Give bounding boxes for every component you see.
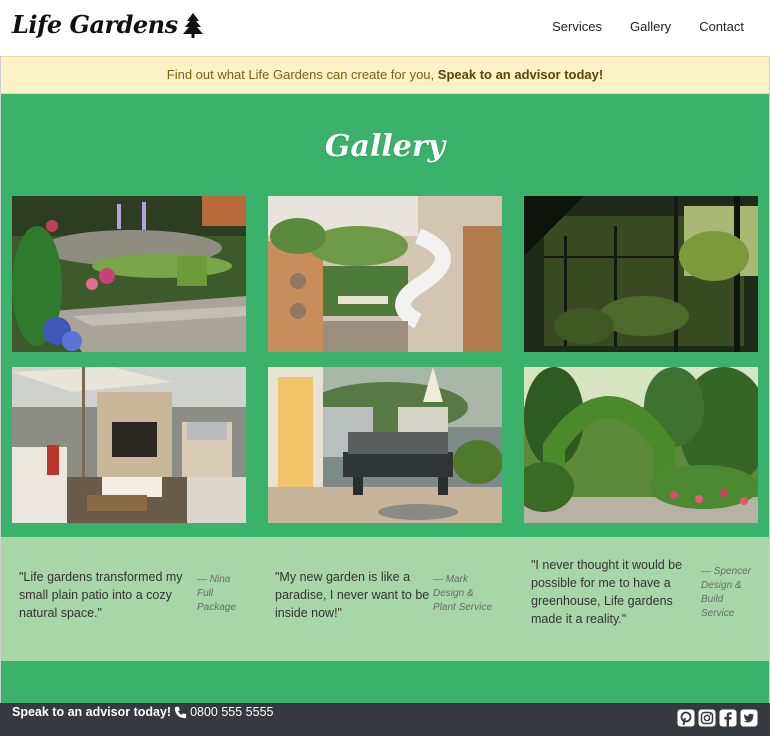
site-footer: Speak to an advisor today! 0800 555 5555 xyxy=(0,703,770,736)
footer-contact: Speak to an advisor today! 0800 555 5555 xyxy=(12,705,274,719)
gallery-title: Gallery xyxy=(324,129,446,164)
logo[interactable]: Life Gardens xyxy=(12,10,204,39)
author-package: Design & xyxy=(433,588,474,599)
gallery-image-rooftop[interactable] xyxy=(268,196,502,352)
author-package: Package xyxy=(197,602,236,613)
tree-icon xyxy=(182,12,203,38)
gallery-photo xyxy=(12,196,246,352)
logo-text: Life Gardens xyxy=(12,10,178,39)
social-links xyxy=(677,709,758,727)
gallery-photo xyxy=(524,367,758,523)
gallery-photo xyxy=(524,196,758,352)
footer-phone[interactable]: 0800 555 5555 xyxy=(190,705,273,719)
gallery-photo xyxy=(268,196,502,352)
facebook-icon[interactable] xyxy=(719,709,737,727)
twitter-icon[interactable] xyxy=(740,709,758,727)
banner-cta-link[interactable]: Speak to an advisor today! xyxy=(438,67,603,82)
testimonial-author-spencer: — Spencer Design & Build Service xyxy=(701,565,761,621)
site-header: Life Gardens Services Gallery Contact xyxy=(0,0,770,56)
author-package: Plant Service xyxy=(433,602,492,613)
phone-icon xyxy=(174,706,187,718)
advisor-banner: Find out what Life Gardens can create fo… xyxy=(1,56,769,94)
author-name: — Mark xyxy=(433,574,468,585)
nav-contact[interactable]: Contact xyxy=(699,19,744,34)
footer-cta: Speak to an advisor today! xyxy=(12,705,172,719)
gallery-image-stone-garden[interactable] xyxy=(12,196,246,352)
author-package: Build xyxy=(701,594,724,605)
gallery-image-patio-fireplace[interactable] xyxy=(12,367,246,523)
testimonial-quote-spencer: "I never thought it would be possible fo… xyxy=(531,558,683,626)
testimonial-author-mark: — Mark Design & Plant Service xyxy=(433,573,503,615)
author-package: Service xyxy=(701,608,735,619)
pinterest-icon[interactable] xyxy=(677,709,695,727)
banner-text: Find out what Life Gardens can create fo… xyxy=(166,67,435,82)
author-package: Design & xyxy=(701,580,742,591)
author-package: Full xyxy=(197,588,214,599)
testimonial-quote-mark: "My new garden is like a paradise, I nev… xyxy=(275,570,430,620)
gallery-image-deck[interactable] xyxy=(268,367,502,523)
author-name: — Spencer xyxy=(701,566,752,577)
main-nav: Services Gallery Contact xyxy=(552,19,744,34)
testimonial-quote-nina: "Life gardens transformed my small plain… xyxy=(19,570,183,620)
gallery-image-archway[interactable] xyxy=(524,367,758,523)
gallery-photo xyxy=(12,367,246,523)
gallery-section: Gallery xyxy=(1,94,769,537)
nav-services[interactable]: Services xyxy=(552,19,602,34)
testimonial-author-nina: — Nina Full Package xyxy=(197,573,257,615)
gallery-photo xyxy=(268,367,502,523)
nav-gallery[interactable]: Gallery xyxy=(630,19,671,34)
instagram-icon[interactable] xyxy=(698,709,716,727)
testimonials-section: "Life gardens transformed my small plain… xyxy=(1,537,769,661)
author-name: — Nina xyxy=(197,574,231,585)
footer-spacer xyxy=(1,661,769,703)
gallery-image-greenhouse[interactable] xyxy=(524,196,758,352)
